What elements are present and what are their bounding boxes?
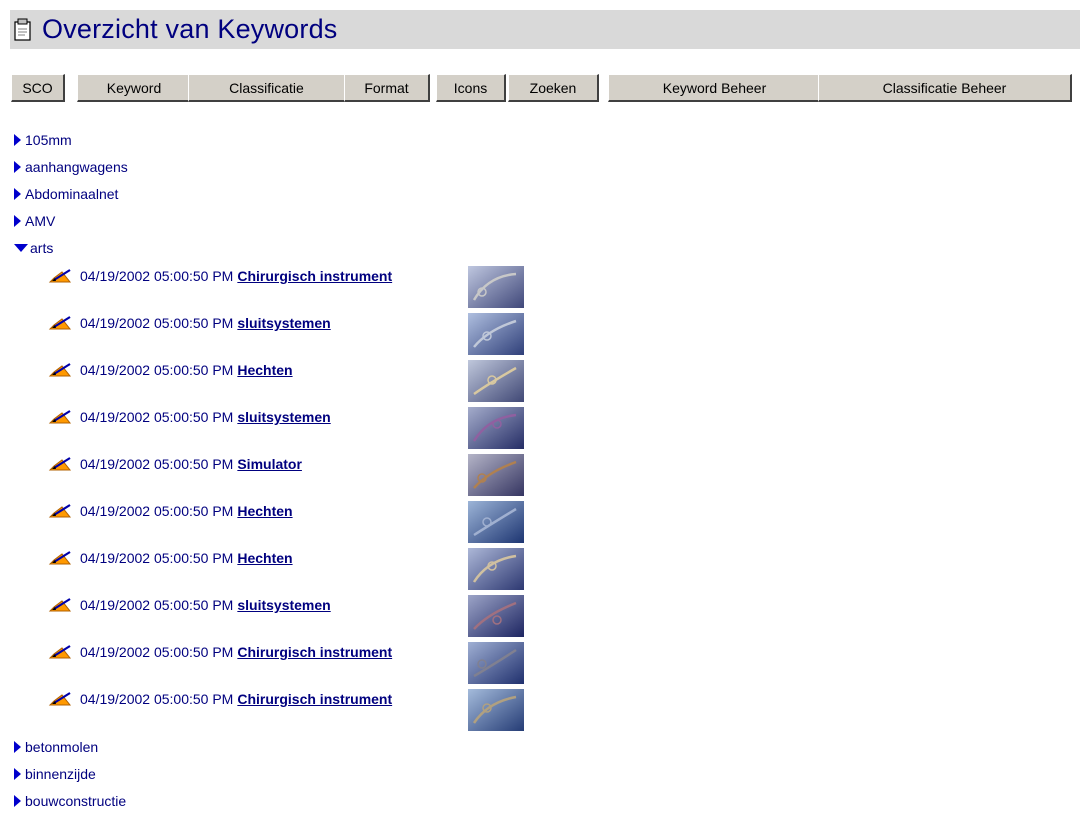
entry-link[interactable]: sluitsystemen (237, 315, 330, 331)
entry-link[interactable]: Hechten (237, 550, 292, 566)
triangle-right-icon (14, 795, 21, 807)
entry-link[interactable]: Hechten (237, 362, 292, 378)
pencil-edit-icon[interactable] (48, 644, 74, 660)
entry-line: 04/19/2002 05:00:50 PM Chirurgisch instru… (48, 268, 392, 284)
pencil-edit-icon[interactable] (48, 503, 74, 519)
entry-line: 04/19/2002 05:00:50 PM Simulator (48, 456, 302, 472)
entry-timestamp: 04/19/2002 05:00:50 PM (80, 644, 234, 660)
thumbnail-image[interactable] (468, 642, 524, 684)
document-icon (14, 18, 31, 41)
keyword-button[interactable]: Keyword (77, 74, 192, 102)
triangle-right-icon (14, 768, 21, 780)
tree-node-label: AMV (25, 213, 56, 229)
entry-link[interactable]: sluitsystemen (237, 597, 330, 613)
entry-line: 04/19/2002 05:00:50 PM Chirurgisch instru… (48, 691, 392, 707)
tree-node-label: aanhangwagens (25, 159, 128, 175)
entry-timestamp: 04/19/2002 05:00:50 PM (80, 550, 234, 566)
pencil-edit-icon[interactable] (48, 268, 74, 284)
entry-line: 04/19/2002 05:00:50 PM Hechten (48, 550, 293, 566)
triangle-down-icon (14, 244, 28, 252)
thumbnail-image[interactable] (468, 548, 524, 590)
title-bar: Overzicht van Keywords (10, 10, 1080, 49)
entry-link[interactable]: Simulator (237, 456, 302, 472)
icons-button[interactable]: Icons (436, 74, 506, 102)
entry-link[interactable]: Chirurgisch instrument (237, 644, 392, 660)
tree-node[interactable]: bouwconstructie (14, 791, 126, 811)
triangle-right-icon (14, 741, 21, 753)
pencil-edit-icon[interactable] (48, 456, 74, 472)
entry-timestamp: 04/19/2002 05:00:50 PM (80, 362, 234, 378)
thumbnail-image[interactable] (468, 454, 524, 496)
thumbnail-image[interactable] (468, 595, 524, 637)
classificatie-beheer-button[interactable]: Classificatie Beheer (818, 74, 1072, 102)
pencil-edit-icon[interactable] (48, 409, 74, 425)
entry-link[interactable]: sluitsystemen (237, 409, 330, 425)
tree-node-label: 105mm (25, 132, 72, 148)
entry-line: 04/19/2002 05:00:50 PM Chirurgisch instru… (48, 644, 392, 660)
page-title: Overzicht van Keywords (42, 14, 338, 44)
thumbnail-image[interactable] (468, 313, 524, 355)
entry-timestamp: 04/19/2002 05:00:50 PM (80, 409, 234, 425)
sco-button[interactable]: SCO (11, 74, 65, 102)
tree-node-label: binnenzijde (25, 766, 96, 782)
format-button[interactable]: Format (344, 74, 430, 102)
tree-node-label: Abdominaalnet (25, 186, 119, 202)
pencil-edit-icon[interactable] (48, 597, 74, 613)
entry-line: 04/19/2002 05:00:50 PM Hechten (48, 503, 293, 519)
triangle-right-icon (14, 134, 21, 146)
tree-node-label: betonmolen (25, 739, 99, 755)
entry-line: 04/19/2002 05:00:50 PM Hechten (48, 362, 293, 378)
entry-link[interactable]: Chirurgisch instrument (237, 268, 392, 284)
pencil-edit-icon[interactable] (48, 691, 74, 707)
pencil-edit-icon[interactable] (48, 362, 74, 378)
entry-timestamp: 04/19/2002 05:00:50 PM (80, 691, 234, 707)
classificatie-button[interactable]: Classificatie (188, 74, 346, 102)
thumbnail-image[interactable] (468, 360, 524, 402)
entry-timestamp: 04/19/2002 05:00:50 PM (80, 597, 234, 613)
tree-node-label: arts (30, 240, 54, 256)
tree-node[interactable]: betonmolen (14, 737, 98, 757)
thumbnail-image[interactable] (468, 407, 524, 449)
entry-timestamp: 04/19/2002 05:00:50 PM (80, 456, 234, 472)
keyword-beheer-button[interactable]: Keyword Beheer (608, 74, 822, 102)
triangle-right-icon (14, 161, 21, 173)
entry-line: 04/19/2002 05:00:50 PM sluitsystemen (48, 597, 331, 613)
thumbnail-image[interactable] (468, 689, 524, 731)
zoeken-button[interactable]: Zoeken (508, 74, 599, 102)
tree-node[interactable]: AMV (14, 211, 55, 231)
tree-node-label: bouwconstructie (25, 793, 127, 809)
pencil-edit-icon[interactable] (48, 315, 74, 331)
tree-node[interactable]: binnenzijde (14, 764, 96, 784)
entry-line: 04/19/2002 05:00:50 PM sluitsystemen (48, 315, 331, 331)
tree-node-expanded[interactable]: arts (14, 238, 53, 258)
entry-timestamp: 04/19/2002 05:00:50 PM (80, 503, 234, 519)
thumbnail-image[interactable] (468, 266, 524, 308)
tree-node[interactable]: Abdominaalnet (14, 184, 118, 204)
triangle-right-icon (14, 188, 21, 200)
entry-line: 04/19/2002 05:00:50 PM sluitsystemen (48, 409, 331, 425)
entry-link[interactable]: Hechten (237, 503, 292, 519)
entry-timestamp: 04/19/2002 05:00:50 PM (80, 315, 234, 331)
tree-node[interactable]: 105mm (14, 130, 72, 150)
entry-link[interactable]: Chirurgisch instrument (237, 691, 392, 707)
pencil-edit-icon[interactable] (48, 550, 74, 566)
entry-timestamp: 04/19/2002 05:00:50 PM (80, 268, 234, 284)
thumbnail-image[interactable] (468, 501, 524, 543)
tree-node[interactable]: aanhangwagens (14, 157, 128, 177)
triangle-right-icon (14, 215, 21, 227)
